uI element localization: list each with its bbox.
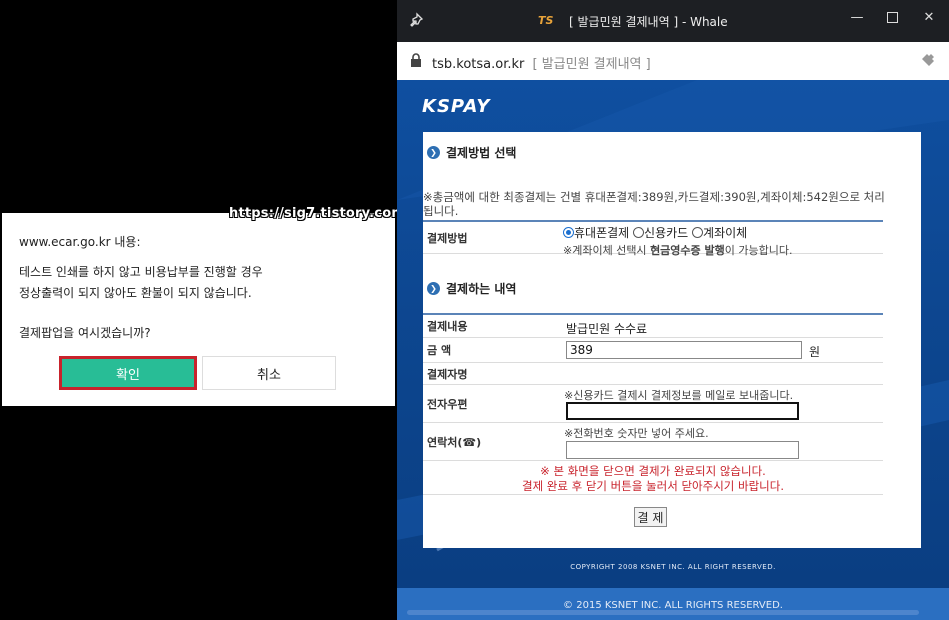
- minimize-icon[interactable]: —: [846, 6, 868, 28]
- phone-row: 연락처(☎) ※전화번호 숫자만 넣어 주세요.: [423, 423, 883, 461]
- radio-mobile[interactable]: 휴대폰결제: [563, 226, 629, 240]
- cancel-button[interactable]: 취소: [202, 356, 336, 390]
- chevron-right-icon: ❯: [427, 282, 440, 295]
- confirm-button[interactable]: 확인: [59, 356, 197, 390]
- radio-transfer[interactable]: 계좌이체: [692, 226, 747, 240]
- radio-card-label: 신용카드: [644, 226, 689, 240]
- url-page-title: [ 발급민원 결제내역 ]: [532, 57, 651, 72]
- url-domain: tsb.kotsa.or.kr: [432, 57, 525, 72]
- radio-card-button[interactable]: [633, 227, 645, 238]
- radio-card[interactable]: 신용카드: [633, 226, 688, 240]
- email-row: 전자우편 ※신용카드 결제시 결제정보를 메일로 보내줍니다.: [423, 385, 883, 423]
- radio-mobile-label: 휴대폰결제: [574, 226, 630, 240]
- content-value: 발급민원 수수료: [566, 322, 648, 336]
- email-label: 전자우편: [427, 397, 468, 411]
- alert-dialog: www.ecar.go.kr 내용: 테스트 인쇄를 하지 않고 비용납부를 진…: [2, 213, 395, 406]
- payment-form: ❯ 결제방법 선택 ※총금액에 대한 최종결제는 건별 휴대폰결제:389원,카…: [423, 132, 921, 548]
- warning-line-1: ※ 본 화면을 닫으면 결제가 완료되지 않습니다.: [540, 464, 766, 478]
- email-note: ※신용카드 결제시 결제정보를 메일로 보내줍니다.: [564, 389, 794, 402]
- dialog-question: 결제팝업을 여시겠습니까?: [19, 326, 151, 340]
- extension-icon[interactable]: [919, 51, 937, 69]
- radio-mobile-button[interactable]: [563, 227, 574, 238]
- screen: www.ecar.go.kr 내용: 테스트 인쇄를 하지 않고 비용납부를 진…: [0, 0, 949, 620]
- amount-input[interactable]: 389: [566, 341, 802, 359]
- price-notice: ※총금액에 대한 최종결제는 건별 휴대폰결제:389원,카드결제:390원,계…: [423, 190, 885, 218]
- payer-label: 결제자명: [427, 367, 468, 381]
- email-cell: ※신용카드 결제시 결제정보를 메일로 보내줍니다.: [563, 385, 883, 422]
- chevron-right-icon: ❯: [427, 146, 440, 159]
- phone-note: ※전화번호 숫자만 넣어 주세요.: [564, 427, 709, 440]
- payment-method-options: 휴대폰결제 신용카드 계좌이체 ※계좌이체 선택시 현금영수증 발행이 가능합니…: [563, 222, 883, 257]
- warning-line-2: 결제 완료 후 닫기 버튼을 눌러서 닫아주시기 바랍니다.: [521, 479, 784, 493]
- section-title: 결제방법 선택: [446, 146, 517, 160]
- footer-bar: © 2015 KSNET INC. ALL RIGHTS RESERVED.: [397, 588, 949, 620]
- pin-icon[interactable]: [410, 12, 428, 30]
- content-label: 결제내용: [427, 320, 468, 333]
- method-note: ※계좌이체 선택시 현금영수증 발행이 가능합니다.: [563, 242, 883, 258]
- radio-transfer-label: 계좌이체: [703, 226, 748, 240]
- amount-unit: 원: [809, 345, 821, 359]
- popup-window: TS [ 발급민원 결제내역 ] - Whale — ✕ tsb.kotsa.o…: [397, 0, 949, 620]
- maximize-icon[interactable]: [881, 6, 903, 28]
- amount-row: 금 액 389 원: [423, 338, 883, 363]
- horizontal-scrollbar[interactable]: [407, 610, 919, 615]
- dialog-message-line-2: 정상출력이 되지 않아도 환불이 되지 않습니다.: [19, 286, 252, 300]
- payment-page: KSPAY ❯ 결제방법 선택 ※총금액에 대한 최종결제는 건별 휴대폰결제:…: [397, 80, 949, 620]
- title-bar: TS [ 발급민원 결제내역 ] - Whale — ✕: [397, 0, 949, 42]
- phone-input[interactable]: [566, 441, 799, 459]
- method-note-prefix: ※계좌이체 선택시: [563, 244, 651, 257]
- section-payment-details: ❯ 결제하는 내역: [427, 280, 516, 297]
- window-title: [ 발급민원 결제내역 ] - Whale: [569, 15, 728, 29]
- dialog-message-line-1: 테스트 인쇄를 하지 않고 비용납부를 진행할 경우: [19, 265, 263, 279]
- dialog-origin: www.ecar.go.kr 내용:: [19, 235, 141, 249]
- section-payment-method: ❯ 결제방법 선택: [427, 144, 516, 161]
- pay-button[interactable]: 결 제: [634, 507, 667, 527]
- payer-row: 결제자명: [423, 363, 883, 385]
- section-title: 결제하는 내역: [446, 282, 517, 296]
- payment-method-row: 결제방법 휴대폰결제 신용카드 계좌이체 ※계좌이체 선택시 현금영수증 발행이…: [423, 220, 883, 257]
- amount-label: 금 액: [427, 344, 452, 357]
- email-input[interactable]: [566, 402, 799, 420]
- close-icon[interactable]: ✕: [918, 6, 940, 28]
- content-row: 결제내용 발급민원 수수료: [423, 313, 883, 338]
- amount-cell: 389 원: [563, 338, 883, 362]
- watermark: https://sig7.tistory.com: [229, 206, 406, 221]
- radio-transfer-button[interactable]: [692, 227, 704, 238]
- phone-label: 연락처(☎): [427, 435, 482, 449]
- copyright-2008: COPYRIGHT 2008 KSNET INC. ALL RIGHT RESE…: [570, 563, 776, 571]
- phone-cell: ※전화번호 숫자만 넣어 주세요.: [563, 423, 883, 460]
- site-logo-icon: TS: [538, 14, 554, 27]
- method-note-bold: 현금영수증 발행: [650, 244, 725, 257]
- payment-method-label: 결제방법: [427, 231, 468, 245]
- warning-row: ※ 본 화면을 닫으면 결제가 완료되지 않습니다. 결제 완료 후 닫기 버튼…: [423, 461, 883, 495]
- address-bar: tsb.kotsa.or.kr [ 발급민원 결제내역 ]: [397, 42, 949, 80]
- kspay-logo: KSPAY: [422, 96, 491, 117]
- url-text[interactable]: tsb.kotsa.or.kr [ 발급민원 결제내역 ]: [432, 53, 651, 72]
- method-note-suffix: 이 가능합니다.: [724, 244, 793, 257]
- lock-icon: [411, 53, 421, 67]
